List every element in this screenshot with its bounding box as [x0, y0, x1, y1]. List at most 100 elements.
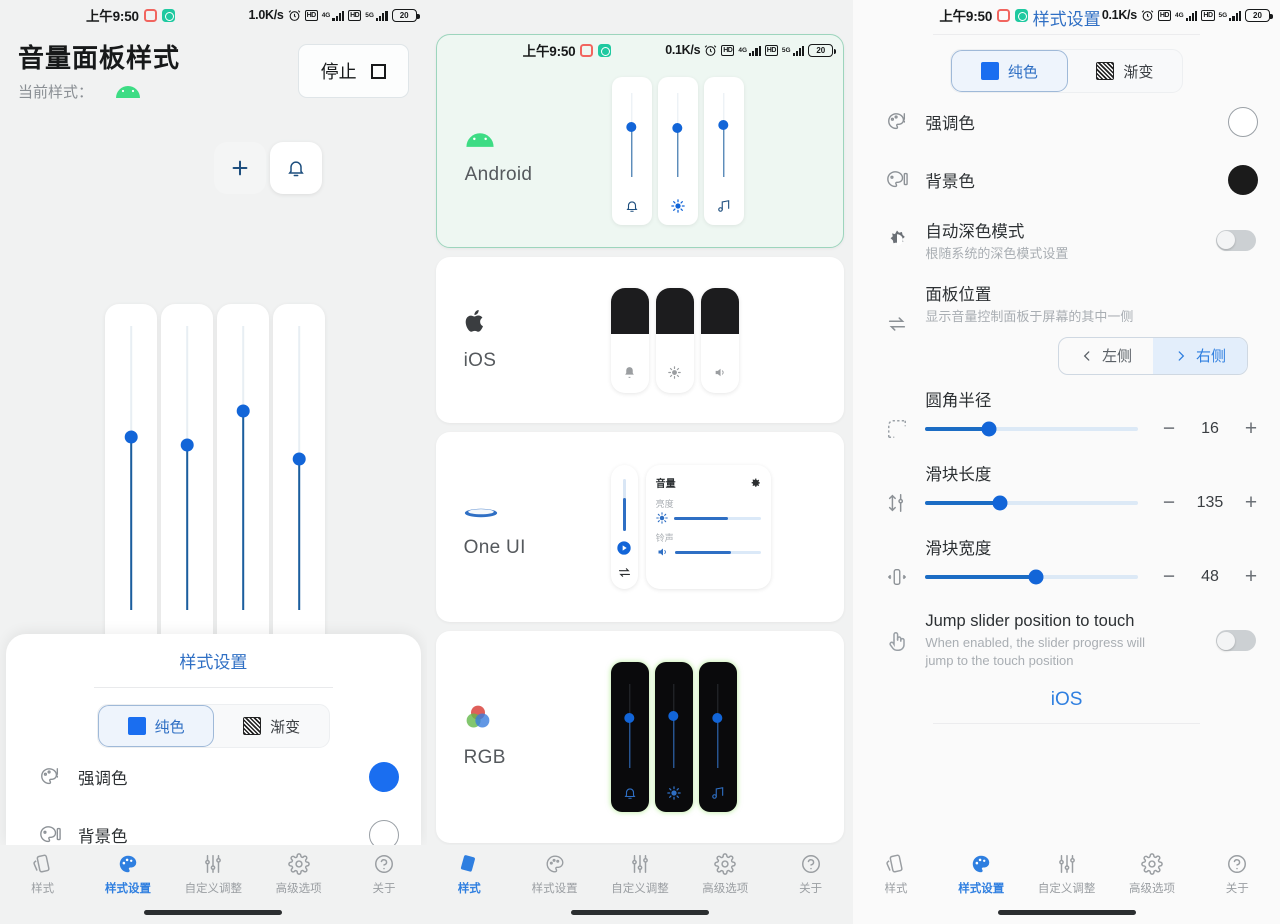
stop-button[interactable]: 停止	[298, 44, 409, 98]
volume-slider-alarm[interactable]	[161, 304, 213, 682]
expand-add-button[interactable]	[214, 142, 266, 194]
oneui-slider-ring	[656, 546, 761, 558]
nav-label-style: 样式	[884, 880, 907, 896]
auto-dark-mode-toggle[interactable]	[1216, 230, 1256, 251]
slider-width-slider[interactable]	[925, 575, 1138, 579]
gear-icon[interactable]	[749, 477, 761, 489]
volume-slider-call[interactable]	[105, 304, 157, 682]
preview-slider-ring	[611, 662, 649, 812]
corner-radius-decrease[interactable]: −	[1152, 417, 1186, 441]
slider-length-icon	[869, 492, 925, 514]
segment-gradient[interactable]: 渐变	[1068, 50, 1183, 92]
corner-radius-slider[interactable]	[925, 427, 1138, 431]
volume-slider-media[interactable]	[273, 304, 325, 682]
nav-item-advanced[interactable]: 高级选项	[256, 853, 341, 896]
style-name-rgb: RGB	[464, 747, 611, 769]
corner-radius-row: − 16 +	[853, 417, 1280, 441]
accent-color-swatch[interactable]	[369, 762, 399, 792]
accent-color-label: 强调色	[925, 110, 1228, 134]
style-card-ios[interactable]: iOS	[436, 257, 845, 423]
nav-item-style[interactable]: 样式	[427, 853, 512, 896]
slider-length-decrease[interactable]: −	[1152, 491, 1186, 515]
segment-gradient[interactable]: 渐变	[214, 705, 329, 747]
nav-item-advanced[interactable]: 高级选项	[683, 853, 768, 896]
nav-item-style-settings[interactable]: 样式设置	[85, 853, 170, 896]
nav-item-style-settings[interactable]: 样式设置	[939, 853, 1024, 896]
nav-label-style: 样式	[458, 880, 481, 896]
auto-dark-mode-row[interactable]: 自动深色模式 根随系统的深色模式设置	[853, 209, 1280, 271]
panel-position-title: 面板位置	[925, 281, 1264, 305]
swap-horizontal-icon	[869, 313, 925, 335]
nav-label-about: 关于	[799, 880, 822, 896]
nav-item-style-settings[interactable]: 样式设置	[512, 853, 597, 896]
style-card-rgb[interactable]: RGB	[436, 631, 845, 843]
slider-track[interactable]	[130, 326, 132, 610]
panel-position-left-label: 左侧	[1102, 345, 1132, 366]
color-mode-segmented-control: 纯色 渐变	[97, 704, 330, 748]
nav-item-advanced[interactable]: 高级选项	[1109, 853, 1194, 896]
slider-length-slider[interactable]	[925, 501, 1138, 505]
slider-track[interactable]	[298, 326, 300, 610]
slider-width-label: 滑块宽度	[853, 535, 1280, 559]
style-card-label-group: One UI	[436, 495, 611, 559]
nav-label-style: 样式	[31, 880, 54, 896]
accent-color-row[interactable]: 强调色	[853, 93, 1280, 151]
style-card-label-group: iOS	[436, 308, 611, 372]
slider-width-row: − 48 +	[853, 565, 1280, 589]
slider-width-icon	[869, 566, 925, 588]
nav-item-style[interactable]: 样式	[853, 853, 938, 896]
segment-solid-color[interactable]: 纯色	[98, 705, 215, 747]
slider-track[interactable]	[186, 326, 188, 610]
current-style-label: 当前样式：	[18, 81, 93, 102]
nav-item-style[interactable]: 样式	[0, 853, 85, 896]
slider-length-label: 滑块长度	[853, 461, 1280, 485]
segment-gradient-label: 渐变	[270, 716, 300, 737]
panel-position-row: 面板位置 显示音量控制面板于屏幕的其中一侧 左侧	[853, 271, 1280, 375]
slider-width-decrease[interactable]: −	[1152, 565, 1186, 589]
nav-item-about[interactable]: 关于	[1195, 853, 1280, 896]
volume-slider-ring[interactable]	[217, 304, 269, 682]
preview-slider-media	[699, 662, 737, 812]
oneui-panel-header: 音量	[656, 475, 761, 490]
accent-color-swatch[interactable]	[1228, 107, 1258, 137]
sheet-divider	[94, 687, 333, 688]
nav-item-about[interactable]: 关于	[768, 853, 853, 896]
style-card-oneui[interactable]: One UI 音量	[436, 432, 845, 622]
segment-solid-color[interactable]: 纯色	[951, 50, 1068, 92]
slider-track[interactable]	[242, 326, 244, 610]
panel-position-subtitle: 显示音量控制面板于屏幕的其中一侧	[925, 308, 1264, 326]
title-divider	[933, 34, 1200, 35]
panel-position-right[interactable]: 右侧	[1153, 338, 1247, 374]
panel-position-left[interactable]: 左侧	[1059, 338, 1153, 374]
preview-slider-ring	[611, 288, 649, 393]
jump-slider-row[interactable]: Jump slider position to touch When enabl…	[853, 599, 1280, 683]
style-name-android: Android	[465, 164, 612, 186]
background-color-row[interactable]: 背景色	[853, 151, 1280, 209]
background-color-swatch[interactable]	[1228, 165, 1258, 195]
corner-radius-increase[interactable]: +	[1234, 417, 1268, 441]
nav-item-custom-adjust[interactable]: 自定义调整	[597, 853, 682, 896]
jump-slider-toggle[interactable]	[1216, 630, 1256, 651]
page-title: 音量面板样式	[18, 38, 180, 75]
nav-item-about[interactable]: 关于	[341, 853, 426, 896]
panel-style-settings-main: 上午9:50 1.0K/s HD 4G HD 5G 20 音量面板样式	[0, 0, 427, 924]
color-mode-segmented-control: 纯色 渐变	[950, 49, 1183, 93]
background-color-label: 背景色	[925, 168, 1228, 192]
slider-width-value: 48	[1186, 568, 1234, 586]
palette-accent-icon	[869, 111, 925, 133]
speaker-icon	[713, 366, 727, 379]
oneui-slider-brightness	[656, 512, 761, 524]
style-card-android[interactable]: 上午9:50 0.1K/s HD 4G HD 5G	[436, 34, 845, 248]
oneui-preview: 音量 亮度 铃声	[611, 465, 771, 589]
brightness-icon	[671, 199, 685, 213]
gradient-swatch-icon	[1096, 62, 1114, 80]
slider-length-increase[interactable]: +	[1234, 491, 1268, 515]
nav-item-custom-adjust[interactable]: 自定义调整	[171, 853, 256, 896]
accent-color-row[interactable]: 强调色	[6, 748, 421, 806]
play-circle-icon	[616, 540, 632, 556]
nav-label-about: 关于	[372, 880, 395, 896]
ringer-mode-button[interactable]	[270, 142, 322, 194]
slider-width-increase[interactable]: +	[1234, 565, 1268, 589]
signal-bars-icon-2	[376, 10, 388, 21]
nav-item-custom-adjust[interactable]: 自定义调整	[1024, 853, 1109, 896]
